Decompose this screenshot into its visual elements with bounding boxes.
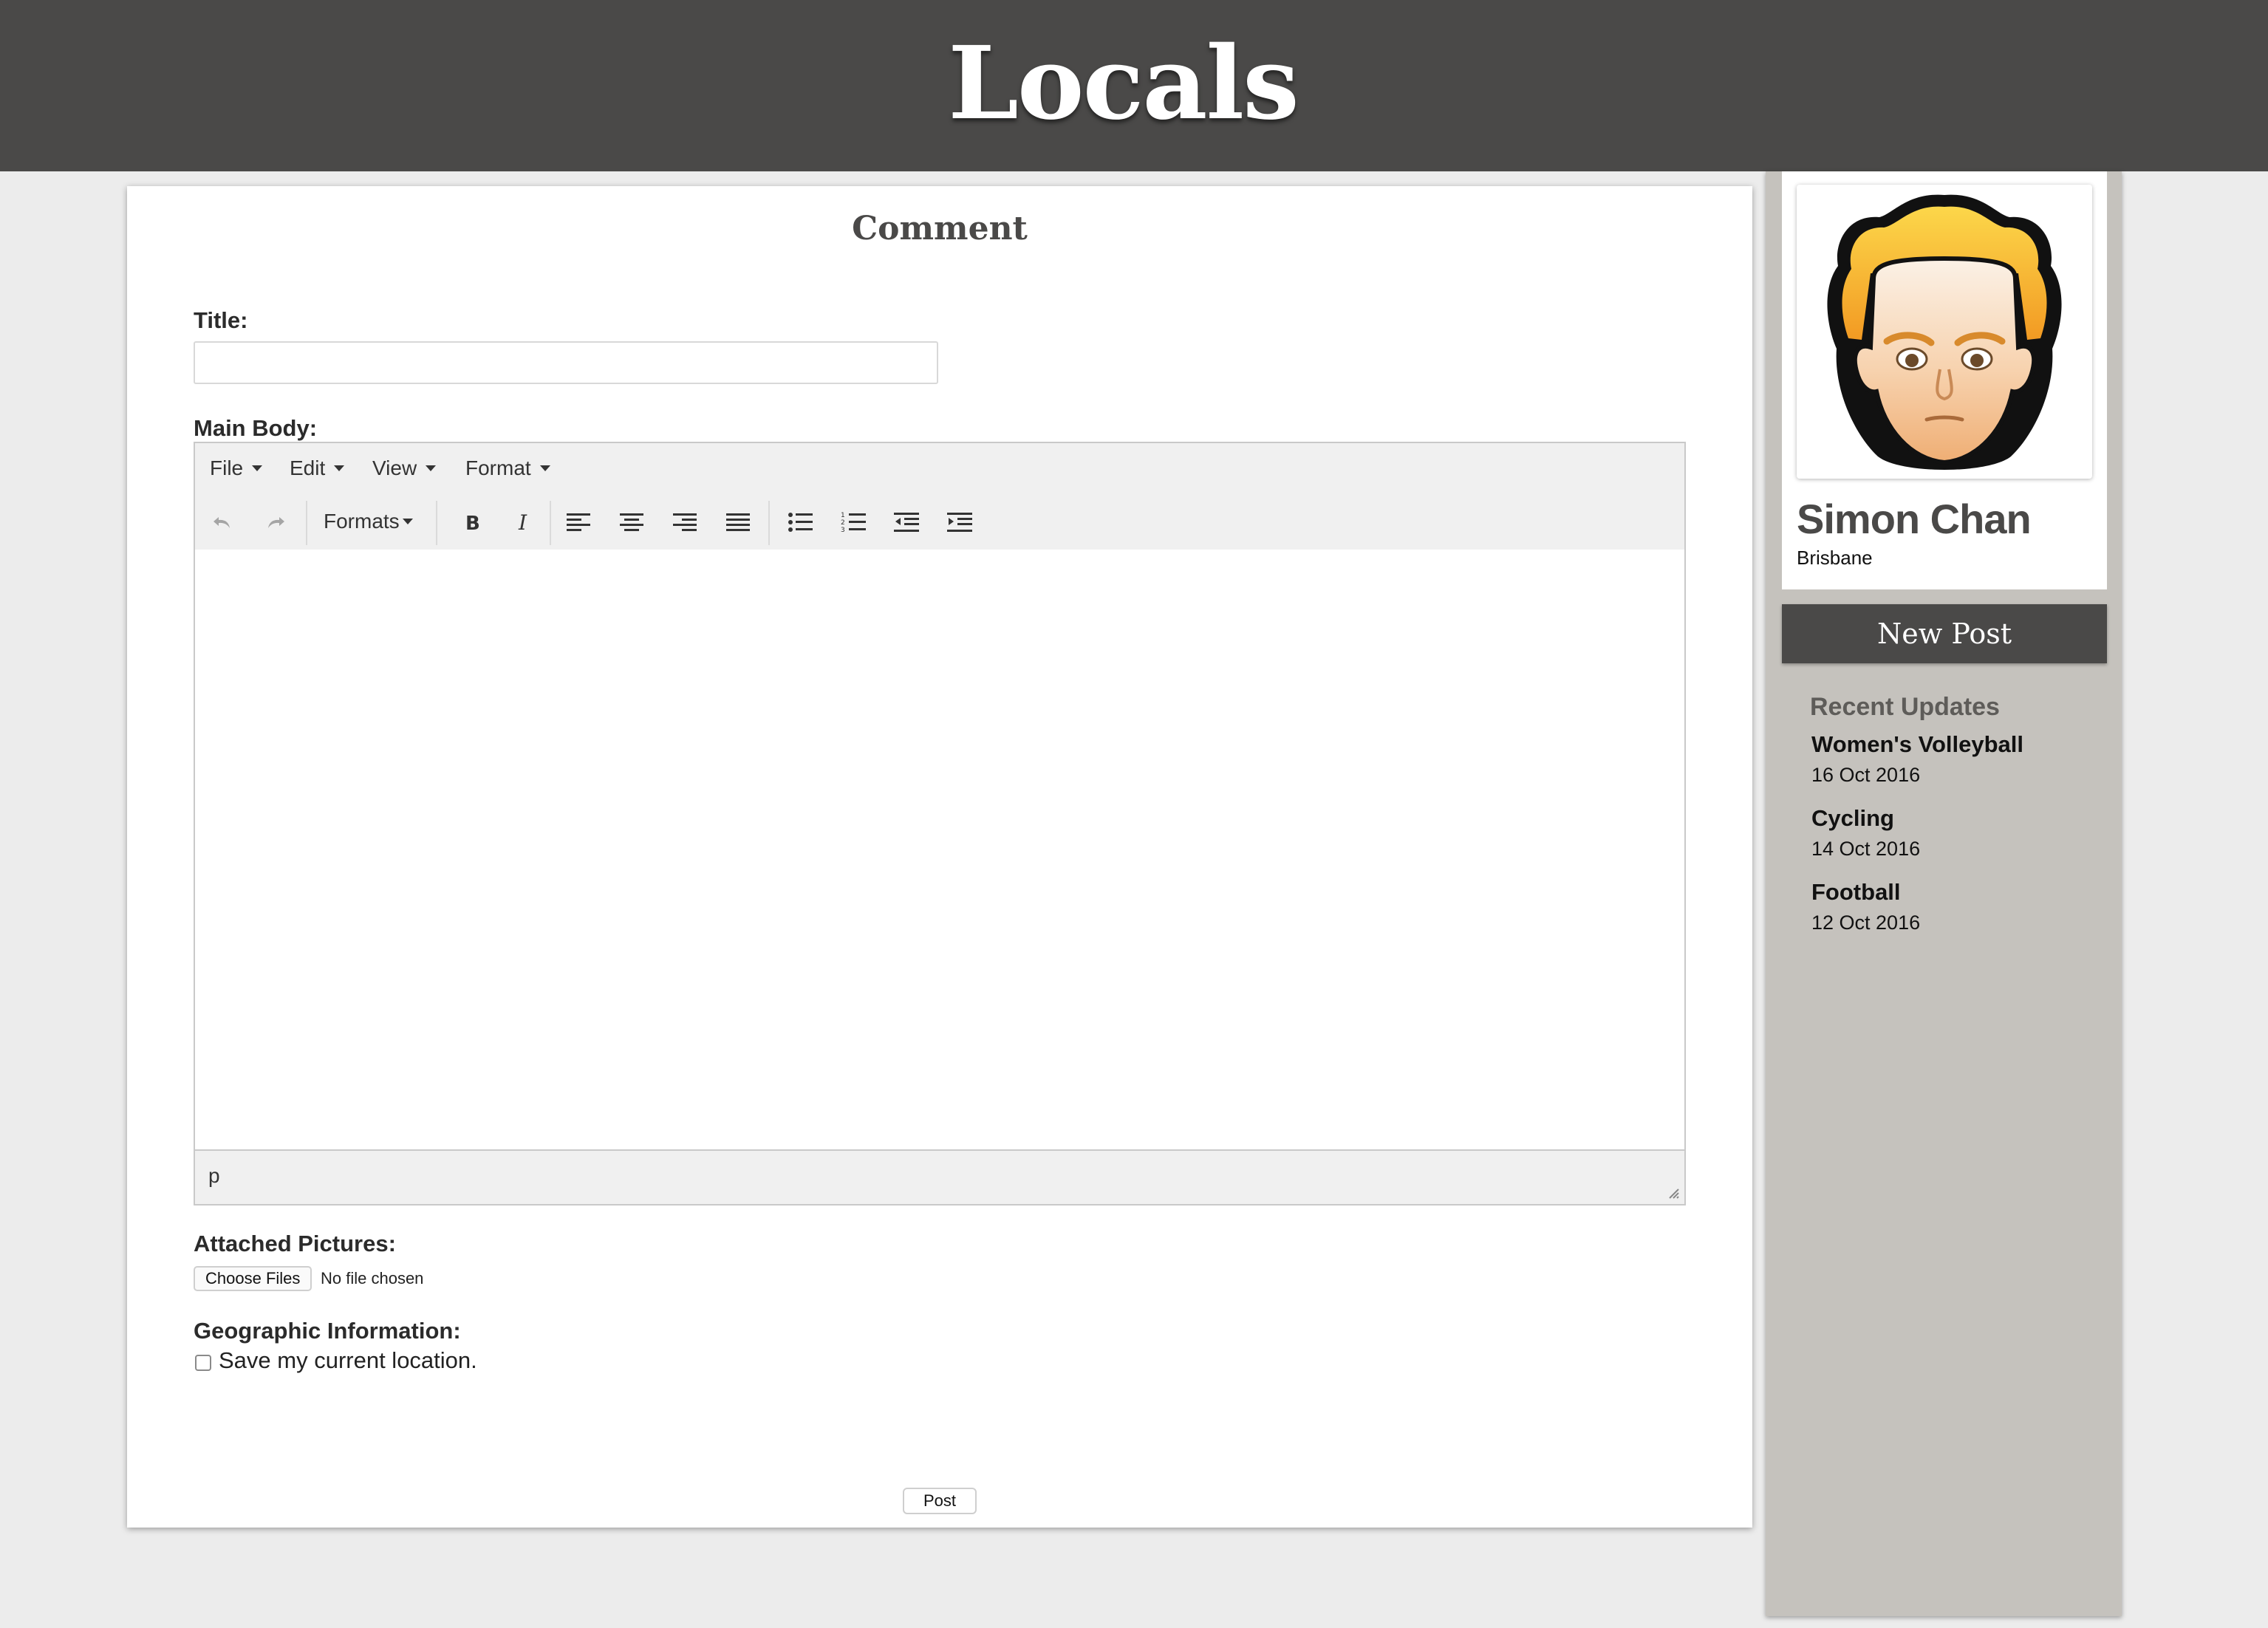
sidebar: Simon Chan Brisbane New Post Recent Upda… <box>1766 171 2122 1616</box>
attached-pictures-label: Attached Pictures: <box>194 1231 396 1256</box>
menu-file[interactable]: File <box>210 456 263 480</box>
update-title[interactable]: Cycling <box>1811 805 1920 832</box>
update-title[interactable]: Football <box>1811 879 1920 906</box>
main-body-label: Main Body: <box>194 415 318 441</box>
bold-icon[interactable]: B <box>454 505 488 539</box>
chevron-down-icon <box>402 519 413 524</box>
chevron-down-icon <box>426 465 437 471</box>
profile-name[interactable]: Simon Chan <box>1797 495 2032 543</box>
toolbar-divider <box>768 501 770 545</box>
chevron-down-icon <box>539 465 550 471</box>
update-title[interactable]: Women's Volleyball <box>1811 731 2023 758</box>
menu-view[interactable]: View <box>372 456 437 480</box>
chevron-down-icon <box>252 465 263 471</box>
avatar-illustration-icon <box>1827 194 2062 470</box>
align-left-icon[interactable] <box>561 505 595 539</box>
editor-statusbar: p <box>195 1149 1684 1204</box>
redo-icon[interactable] <box>259 505 293 539</box>
indent-icon[interactable] <box>943 505 977 539</box>
post-button[interactable]: Post <box>903 1488 977 1514</box>
resize-handle-icon[interactable] <box>1667 1186 1680 1200</box>
menu-edit-label: Edit <box>290 456 326 479</box>
outdent-icon[interactable] <box>889 505 923 539</box>
recent-updates-heading: Recent Updates <box>1810 693 2000 721</box>
choose-files-button[interactable]: Choose Files <box>194 1266 312 1291</box>
bullet-list-icon[interactable] <box>783 505 817 539</box>
geographic-info-label: Geographic Information: <box>194 1318 461 1344</box>
svg-text:1: 1 <box>841 512 845 519</box>
toolbar-divider <box>306 501 307 545</box>
menu-edit[interactable]: Edit <box>290 456 345 480</box>
element-path[interactable]: p <box>208 1164 220 1188</box>
list-item[interactable]: Football 12 Oct 2016 <box>1811 879 1920 934</box>
svg-text:I: I <box>518 511 527 533</box>
numbered-list-icon[interactable]: 123 <box>836 505 870 539</box>
save-location-checkbox[interactable] <box>195 1355 211 1371</box>
align-justify-icon[interactable] <box>721 505 755 539</box>
menu-file-label: File <box>210 456 244 479</box>
top-header: Locals <box>0 0 2268 171</box>
align-center-icon[interactable] <box>615 505 649 539</box>
editor-menubar: File Edit View Format <box>195 443 1684 496</box>
update-date: 16 Oct 2016 <box>1811 764 1921 786</box>
rich-text-editor: File Edit View Format Formats B I 1 2 3 … <box>194 442 1686 1205</box>
title-label: Title: <box>194 307 248 333</box>
menu-format-label: Format <box>465 456 531 479</box>
menu-format[interactable]: Format <box>465 456 550 480</box>
new-post-button[interactable]: New Post <box>1782 604 2107 663</box>
toolbar-divider <box>550 501 551 545</box>
page-title: Comment <box>852 210 1028 247</box>
formats-dropdown[interactable]: Formats <box>324 510 413 533</box>
toolbar-divider <box>436 501 437 545</box>
svg-text:B: B <box>465 513 480 533</box>
profile-card: Simon Chan Brisbane <box>1782 171 2107 589</box>
italic-icon[interactable]: I <box>507 505 541 539</box>
editor-content-area[interactable] <box>195 550 1684 1152</box>
site-logo[interactable]: Locals <box>948 24 1299 143</box>
profile-location: Brisbane <box>1797 547 1873 569</box>
formats-label: Formats <box>324 510 400 533</box>
menu-view-label: View <box>372 456 417 479</box>
svg-text:2: 2 <box>841 519 845 527</box>
update-date: 14 Oct 2016 <box>1811 838 1921 860</box>
undo-icon[interactable] <box>205 505 239 539</box>
comment-form-card: Comment Title: Main Body: File Edit View… <box>127 186 1752 1528</box>
svg-text:3: 3 <box>841 527 845 533</box>
list-item[interactable]: Women's Volleyball 16 Oct 2016 <box>1811 731 2023 787</box>
save-location-label[interactable]: Save my current location. <box>219 1347 477 1374</box>
update-date: 12 Oct 2016 <box>1811 912 1921 934</box>
chevron-down-icon <box>334 465 345 471</box>
file-status-text: No file chosen <box>321 1269 424 1287</box>
avatar[interactable] <box>1797 185 2092 479</box>
align-right-icon[interactable] <box>668 505 702 539</box>
editor-toolbar: Formats B I 1 2 3 <box>195 495 1684 551</box>
title-input[interactable] <box>194 341 938 384</box>
list-item[interactable]: Cycling 14 Oct 2016 <box>1811 805 1920 861</box>
